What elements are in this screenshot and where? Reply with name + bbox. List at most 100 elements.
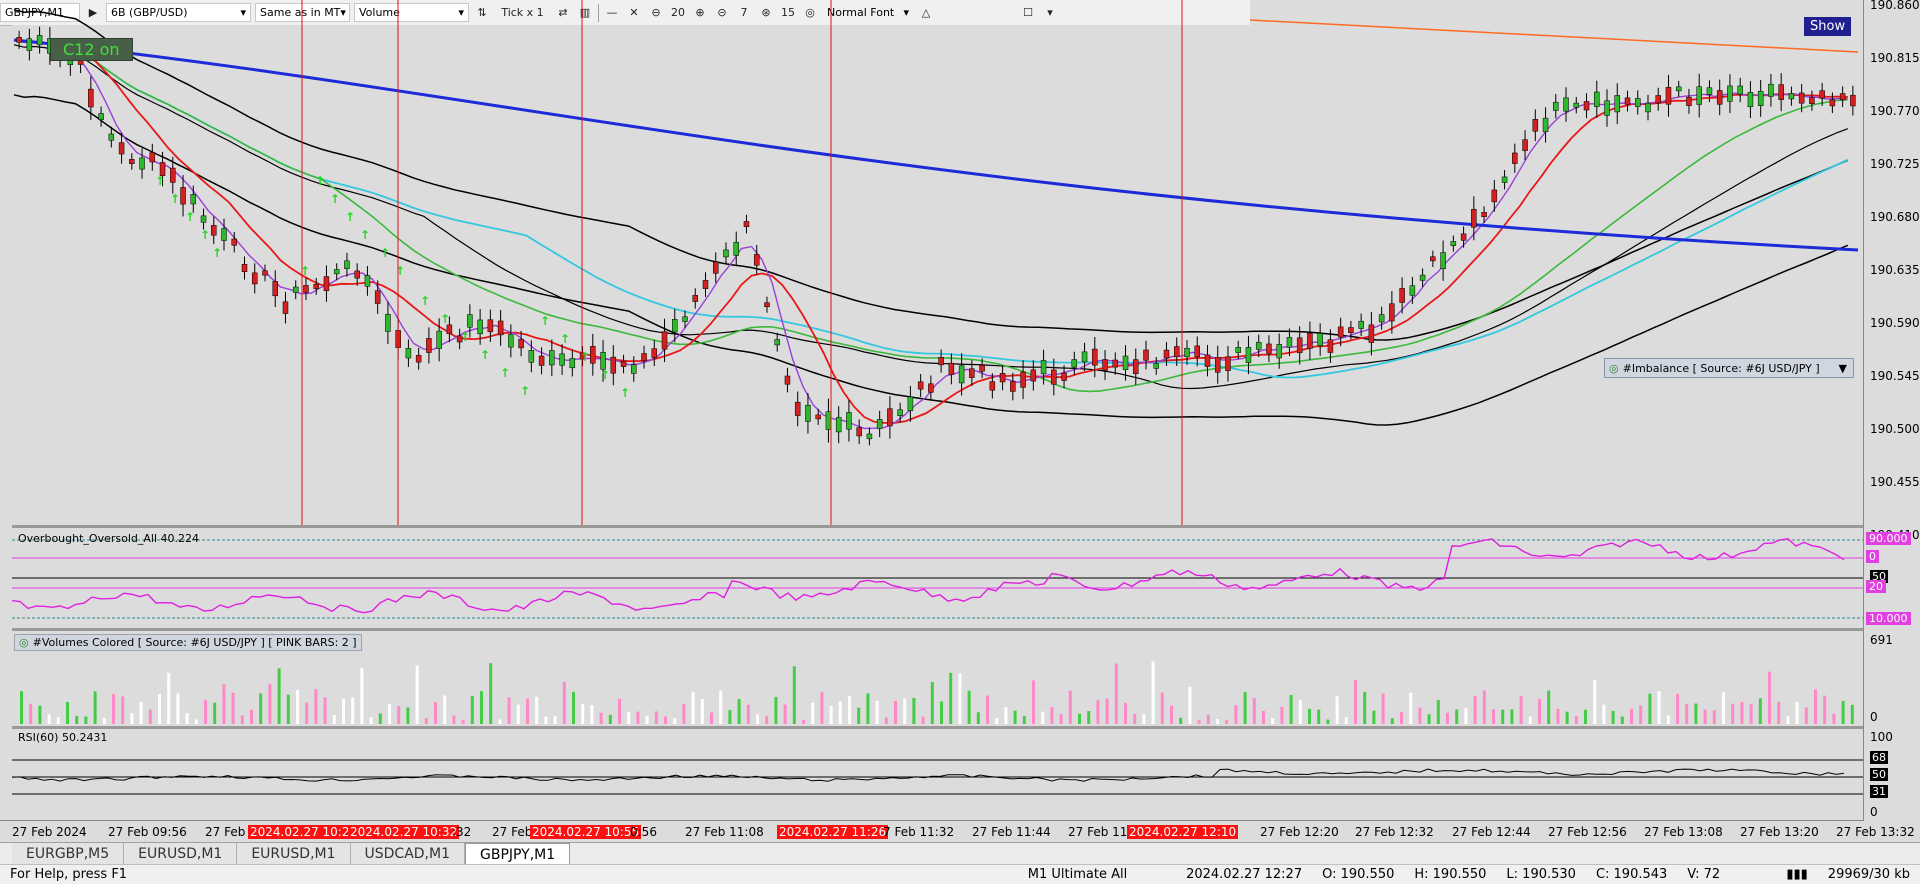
time-axis[interactable]: 27 Feb 2024 27 Feb 09:56 27 Feb 2024.02.… <box>0 820 1915 843</box>
time-label: 27 Feb 09:56 <box>108 825 187 839</box>
candle-body <box>1563 97 1569 112</box>
volume-bar <box>1160 692 1164 724</box>
volume-bar <box>1096 700 1100 724</box>
volume-bar <box>38 705 42 724</box>
volume-bar <box>121 696 125 724</box>
candle-body <box>1337 326 1344 338</box>
volume-bar <box>627 711 631 724</box>
volume-bar <box>875 700 879 724</box>
candle-body <box>1634 98 1641 107</box>
imbalance-label[interactable]: ◎ #Imbalance [ Source: #6J USD/JPY ] ▼ <box>1604 358 1854 378</box>
candle-body <box>374 290 381 304</box>
volume-bar <box>829 705 833 724</box>
volume-bar <box>424 717 428 724</box>
price-axis-label: 190.725 <box>1870 157 1920 171</box>
candle-body <box>1010 381 1016 392</box>
candle-body <box>1307 332 1313 349</box>
time-label: 7 Feb 11:32 <box>883 825 955 839</box>
volume-bar <box>811 702 815 724</box>
volume-bar <box>1795 702 1799 724</box>
volume-bar <box>1584 709 1587 724</box>
volume-bar <box>1841 700 1845 724</box>
volume-bar <box>498 719 502 724</box>
volume-bar <box>112 693 115 724</box>
candle-body <box>1348 327 1354 334</box>
rsi-bottom-label: 0 <box>1870 805 1878 819</box>
time-label: 27 Feb 11 <box>1068 825 1128 839</box>
candle-body <box>436 330 442 349</box>
candle-body <box>1747 92 1754 108</box>
vol-bottom-label: 0 <box>1870 710 1878 724</box>
candle-body <box>1450 241 1457 246</box>
candle-body <box>1665 87 1672 105</box>
volume-bar <box>599 712 603 724</box>
volume-bar <box>654 711 658 724</box>
candle-body <box>1583 101 1590 111</box>
show-button[interactable]: Show <box>1804 17 1852 36</box>
candle-body <box>600 352 606 370</box>
candle-body <box>1737 85 1743 95</box>
candle-body <box>1296 337 1303 354</box>
rsi-c-label: 31 <box>1870 785 1888 798</box>
eye-icon: ◎ <box>19 636 29 649</box>
c12-button[interactable]: C12 on <box>50 38 133 61</box>
candle-body <box>1471 209 1477 228</box>
candle-body <box>98 113 104 120</box>
tab-eurusd-m1[interactable]: EURUSD,M1 <box>124 843 238 865</box>
tab-eurgbp-m5[interactable]: EURGBP,M5 <box>12 843 125 865</box>
candle-body <box>1020 371 1026 388</box>
candle-body <box>569 358 576 369</box>
candle-body <box>1184 347 1190 357</box>
osc-low-tag: 20 <box>1866 580 1886 593</box>
volume-bar <box>1289 694 1293 724</box>
volume-bar <box>47 714 51 724</box>
rsi-b-label: 50 <box>1870 768 1888 781</box>
volume-bar <box>802 719 805 724</box>
price-axis-label: 190.770 <box>1870 104 1920 118</box>
candle-body <box>1133 359 1139 374</box>
volume-bar <box>139 701 143 724</box>
candle-body <box>262 270 268 276</box>
volume-bar <box>1639 705 1643 724</box>
candle-body <box>354 270 360 279</box>
candle-body <box>251 272 258 285</box>
volume-bar <box>240 715 244 724</box>
volume-bar <box>820 692 824 724</box>
chevron-down-icon[interactable]: ▼ <box>1839 362 1847 375</box>
candle-body <box>180 187 186 205</box>
price-axis[interactable]: 190.860 190.815 190.770 190.725 190.680 190.6… <box>1863 0 1920 820</box>
time-marker-tag: 2024.02.27 10:2 <box>248 825 352 839</box>
panel-divider[interactable] <box>12 726 1864 729</box>
overbought-label: Overbought_Oversold_All 40.224 <box>18 532 199 545</box>
low-text: L: 190.530 <box>1506 867 1576 882</box>
volume-bar <box>1768 671 1771 724</box>
tab-eurusd-m1-2[interactable]: EURUSD,M1 <box>237 843 351 865</box>
candle-body <box>733 241 739 256</box>
profile-text[interactable]: M1 Ultimate All <box>1018 867 1176 882</box>
volume-bar <box>1262 710 1265 724</box>
volume-bar <box>1832 713 1836 724</box>
tab-usdcad-m1[interactable]: USDCAD,M1 <box>350 843 465 865</box>
vol-text: V: 72 <box>1687 867 1721 882</box>
open-text: O: 190.550 <box>1322 867 1395 882</box>
candle-body <box>1245 347 1252 363</box>
candle-body <box>16 37 22 43</box>
candle-body <box>1389 303 1395 322</box>
volume-bar <box>967 690 971 724</box>
candle-body <box>26 38 33 51</box>
candle-body <box>969 368 975 378</box>
osc-bottom-tag: 10.000 <box>1866 612 1911 625</box>
candle-body <box>692 295 699 302</box>
rsi-panel-bg <box>12 729 1864 820</box>
candle-body <box>1102 359 1108 371</box>
volume-bar <box>277 668 281 724</box>
candle-body <box>1122 355 1129 370</box>
volume-bar <box>590 704 594 724</box>
candle-body <box>702 280 709 289</box>
candle-body <box>1788 93 1795 100</box>
candle-body <box>1081 351 1088 363</box>
tab-gbpjpy-m1[interactable]: GBPJPY,M1 <box>464 843 571 865</box>
panel-divider[interactable] <box>12 628 1864 631</box>
panel-divider[interactable] <box>12 525 1864 528</box>
buy-arrow-icon: ↑ <box>315 174 325 188</box>
